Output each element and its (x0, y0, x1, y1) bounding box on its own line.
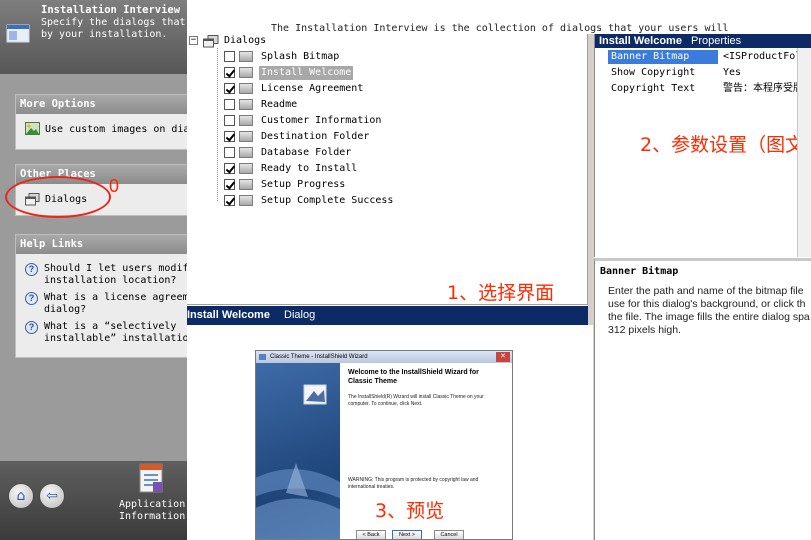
task-pane: Installation Interview Specify the dialo… (0, 0, 187, 540)
properties-scrollbar[interactable] (797, 48, 811, 257)
dialog-checkbox[interactable] (224, 163, 235, 174)
tree-item-label: Setup Progress (261, 179, 346, 190)
wizard-buttons: < Back Next > Cancel (356, 528, 470, 539)
dialog-icon (239, 131, 253, 142)
tree-root-label: Dialogs (224, 35, 267, 46)
help-links-panel: Help Links ? Should I let users modif in… (15, 234, 187, 358)
dialog-checkbox[interactable] (224, 83, 235, 94)
wizard-back-button: < Back (356, 530, 386, 539)
application-information-label[interactable]: Application Information (119, 499, 187, 523)
properties-subtitle: Properties (691, 35, 742, 47)
image-icon (25, 122, 40, 135)
dialog-checkbox[interactable] (224, 67, 235, 78)
tree-item-label: Readme (261, 99, 298, 110)
dialog-icon (239, 115, 253, 126)
dialog-icon (239, 195, 253, 206)
dialog-checkbox[interactable] (224, 99, 235, 110)
tree-lines (217, 48, 218, 202)
properties-header: Install Welcome Properties (595, 34, 811, 48)
wizard-titlebar: Classic Theme - InstallShield Wizard ✕ (256, 351, 512, 363)
help-link-license-agreement[interactable]: ? What is a license agreem dialog? (16, 292, 187, 321)
wizard-intro-text: The InstallShield(R) Wizard will install… (348, 394, 484, 407)
dialog-icon (239, 83, 253, 94)
property-name: Banner Bitmap (608, 50, 718, 64)
dialogs-tree[interactable]: − Dialogs Splash Bitmap Install Welcome Li… (187, 34, 588, 305)
help-link-modify-location[interactable]: ? Should I let users modif installation … (16, 263, 187, 292)
help-icon: ? (25, 263, 38, 276)
tree-item-label: Destination Folder (261, 131, 370, 142)
wizard-content: Welcome to the InstallShield Wizard for … (348, 368, 508, 491)
more-options-item-custom-images[interactable]: Use custom images on dia (16, 114, 187, 144)
tree-item-label: Ready to Install (261, 163, 358, 174)
dialog-checkbox[interactable] (224, 131, 235, 142)
annotation-ellipse (5, 176, 111, 218)
wizard-heading: Welcome to the InstallShield Wizard for … (348, 369, 479, 385)
preview-title: Install Welcome (187, 309, 270, 321)
annotation-2: 2、参数设置（图文 (640, 134, 805, 156)
property-description-text: Enter the path and name of the bitmap fi… (608, 285, 810, 336)
preview-subtitle: Dialog (284, 309, 316, 321)
home-icon: ⌂ (16, 488, 26, 504)
page-subtitle: Specify the dialogs that are shown by yo… (41, 17, 186, 40)
home-button[interactable]: ⌂ (8, 483, 34, 509)
dialog-icon (239, 51, 253, 62)
tree-item-label: Install Welcome (259, 66, 354, 80)
application-information-icon[interactable] (137, 462, 165, 496)
tree-item-label: Splash Bitmap (261, 51, 340, 62)
help-link-label: What is a “selectively installable” inst… (44, 321, 187, 344)
dialog-icon (239, 67, 253, 78)
annotation-3: 3、预览 (375, 500, 445, 522)
dialog-checkbox[interactable] (224, 51, 235, 62)
task-pane-header: Installation Interview Specify the dialo… (0, 0, 187, 74)
help-link-selectively-installable[interactable]: ? What is a “selectively installable” in… (16, 321, 187, 350)
dialog-icon (239, 163, 253, 174)
dialog-checkbox[interactable] (224, 115, 235, 126)
property-name: Copyright Text (611, 83, 696, 94)
dialog-icon (239, 99, 253, 110)
wizard-window-title: Classic Theme - InstallShield Wizard (270, 354, 368, 360)
arrow-left-icon: ⇦ (46, 488, 58, 504)
tree-item-label: Customer Information (261, 115, 382, 126)
tree-item-label: Setup Complete Success (261, 195, 394, 206)
page-title: Installation Interview (41, 4, 181, 16)
property-name: Show Copyright (611, 67, 696, 78)
properties-grid[interactable]: Install Welcome Properties Banner Bitmap… (594, 34, 811, 257)
property-description-pane: Banner Bitmap Enter the path and name of… (594, 258, 811, 540)
properties-title: Install Welcome (599, 35, 682, 47)
help-link-label: What is a license agreem dialog? (44, 292, 187, 315)
tree-item-label: License Agreement (261, 83, 364, 94)
wizard-cancel-button: Cancel (434, 530, 464, 539)
wizard-app-icon (259, 354, 266, 360)
wizard-banner-image (256, 363, 340, 539)
annotation-0: 0 (109, 176, 120, 196)
dialog-icon (239, 147, 253, 158)
page-description: The Installation Interview is the collec… (271, 23, 729, 34)
close-icon: ✕ (496, 352, 510, 362)
dialog-checkbox[interactable] (224, 195, 235, 206)
wizard-next-button: Next > (392, 530, 422, 539)
installation-interview-icon (6, 24, 30, 43)
dialog-checkbox[interactable] (224, 147, 235, 158)
help-link-label: Should I let users modif installation lo… (44, 263, 187, 286)
annotation-1: 1、选择界面 (447, 282, 555, 304)
more-options-title: More Options (16, 95, 187, 114)
wizard-banner-art (256, 384, 340, 539)
wizard-warning-text: WARNING: This program is protected by co… (348, 477, 479, 490)
help-icon: ? (25, 292, 38, 305)
dialog-checkbox[interactable] (224, 179, 235, 190)
tree-item-label: Database Folder (261, 147, 352, 158)
more-options-item-label: Use custom images on dia (45, 124, 187, 135)
preview-pane: Classic Theme - InstallShield Wizard ✕ W… (187, 325, 593, 540)
preview-header: Install Welcome Dialog (187, 306, 588, 325)
more-options-panel: More Options Use custom images on dia (15, 94, 187, 150)
dialog-icon (239, 179, 253, 190)
property-description-title: Banner Bitmap (600, 266, 679, 277)
help-links-title: Help Links (16, 235, 187, 254)
help-icon: ? (25, 321, 38, 334)
back-button[interactable]: ⇦ (39, 483, 65, 509)
